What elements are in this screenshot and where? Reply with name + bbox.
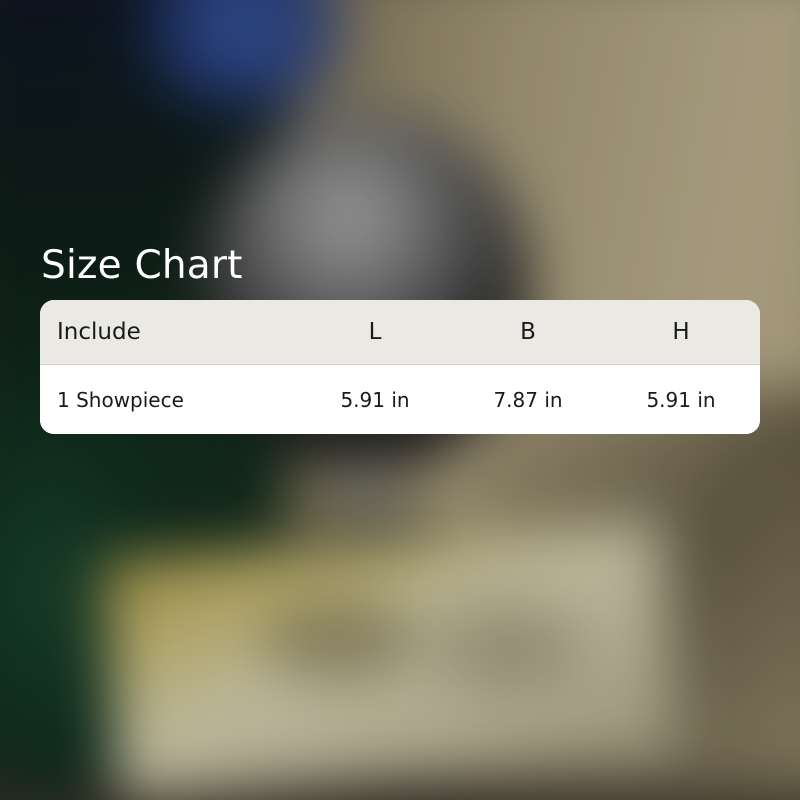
cell-include: 1 Showpiece [57, 387, 184, 412]
header-breadth: B [520, 319, 536, 345]
cell-height: 5.91 in [646, 387, 716, 412]
cell-breadth: 7.87 in [493, 387, 563, 412]
cell-length: 5.91 in [340, 387, 410, 412]
table-row: 1 Showpiece 5.91 in 7.87 in 5.91 in [40, 365, 760, 434]
size-chart-graphic: Size Chart Include L B H 1 Showpiece 5.9… [0, 0, 800, 800]
table-header-row: Include L B H [40, 300, 760, 365]
header-length: L [368, 319, 382, 345]
header-include: Include [57, 319, 141, 345]
size-table: Include L B H 1 Showpiece 5.91 in 7.87 i… [40, 300, 760, 434]
header-height: H [672, 319, 690, 345]
chart-title: Size Chart [41, 243, 243, 288]
